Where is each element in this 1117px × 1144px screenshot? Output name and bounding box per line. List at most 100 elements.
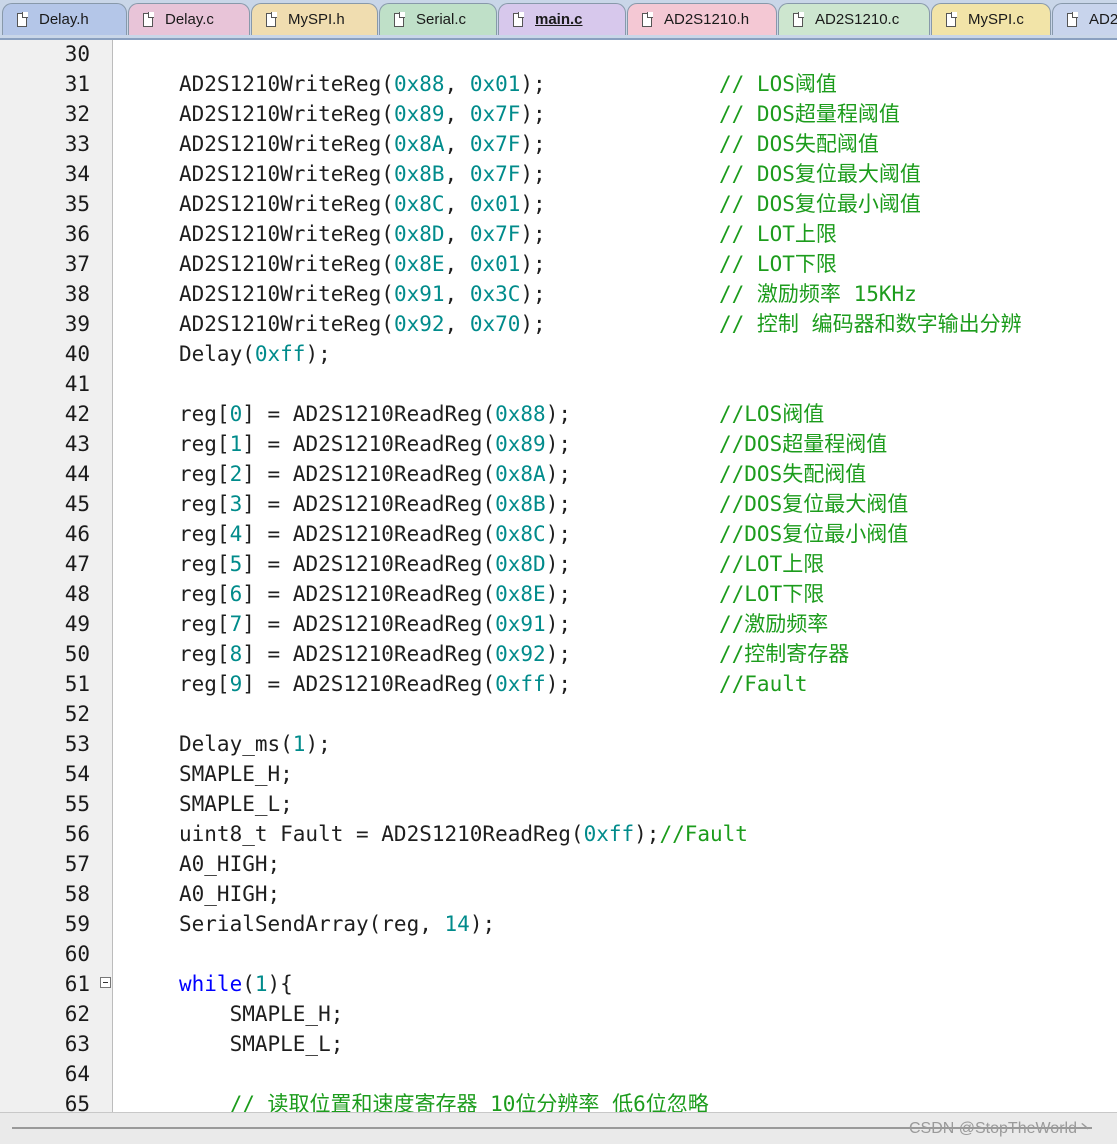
code-text: AD2S1210WriteReg(0x8B, 0x7F); <box>179 162 546 186</box>
line-number: 45 <box>64 492 90 516</box>
line-number: 50 <box>64 642 90 666</box>
tab-ad2[interactable]: AD2 <box>1052 3 1117 35</box>
code-text: reg[7] = AD2S1210ReadReg(0x91); <box>179 612 571 636</box>
code-line[interactable]: 36 AD2S1210WriteReg(0x8D, 0x7F); // LOT上限 <box>0 219 1117 249</box>
code-line[interactable]: 52 <box>0 699 1117 729</box>
code-text: SMAPLE_H; <box>179 762 293 786</box>
code-line[interactable]: 54 SMAPLE_H; <box>0 759 1117 789</box>
line-number: 37 <box>64 252 90 276</box>
code-line[interactable]: 33 AD2S1210WriteReg(0x8A, 0x7F); // DOS失配阈… <box>0 129 1117 159</box>
code-text: AD2S1210WriteReg(0x91, 0x3C); <box>179 282 546 306</box>
code-editor[interactable]: 30 31 AD2S1210WriteReg(0x88, 0x01); // LOS阈… <box>0 40 1117 1112</box>
line-number: 59 <box>64 912 90 936</box>
code-comment: // DOS失配阈值 <box>719 132 879 156</box>
file-icon <box>1067 11 1078 27</box>
line-number: 36 <box>64 222 90 246</box>
tab-label: main.c <box>535 11 583 28</box>
tab-main-c[interactable]: main.c <box>498 3 626 35</box>
tab-serial-c[interactable]: Serial.c <box>379 3 497 35</box>
code-line[interactable]: 31 AD2S1210WriteReg(0x88, 0x01); // LOS阈值 <box>0 69 1117 99</box>
line-number: 35 <box>64 192 90 216</box>
code-text: reg[1] = AD2S1210ReadReg(0x89); <box>179 432 571 456</box>
code-text: AD2S1210WriteReg(0x8C, 0x01); <box>179 192 546 216</box>
code-text: reg[3] = AD2S1210ReadReg(0x8B); <box>179 492 571 516</box>
code-text: SMAPLE_L; <box>179 792 293 816</box>
code-comment: // DOS复位最小阈值 <box>719 192 921 216</box>
code-line[interactable]: 48 reg[6] = AD2S1210ReadReg(0x8E); //LOT下限 <box>0 579 1117 609</box>
code-comment: //DOS复位最大阀值 <box>719 492 909 516</box>
code-line[interactable]: 60 <box>0 939 1117 969</box>
tab-myspi-h[interactable]: MySPI.h <box>251 3 378 35</box>
code-line[interactable]: 63 SMAPLE_L; <box>0 1029 1117 1059</box>
code-text: SerialSendArray(reg, 14); <box>179 912 496 936</box>
tab-label: MySPI.c <box>968 11 1024 28</box>
line-number: 61 <box>64 972 90 996</box>
code-comment: //DOS失配阀值 <box>719 462 867 486</box>
code-comment: //DOS复位最小阀值 <box>719 522 909 546</box>
code-text: uint8_t Fault = AD2S1210ReadReg(0xff);//… <box>179 822 748 846</box>
code-line[interactable]: 64 <box>0 1059 1117 1089</box>
code-comment: // DOS复位最大阈值 <box>719 162 921 186</box>
code-line[interactable]: 57 A0_HIGH; <box>0 849 1117 879</box>
code-line[interactable]: 58 A0_HIGH; <box>0 879 1117 909</box>
code-line[interactable]: 40 Delay(0xff); <box>0 339 1117 369</box>
code-line[interactable]: 41 <box>0 369 1117 399</box>
code-line[interactable]: 56 uint8_t Fault = AD2S1210ReadReg(0xff);… <box>0 819 1117 849</box>
code-text: AD2S1210WriteReg(0x8E, 0x01); <box>179 252 546 276</box>
code-comment: // DOS超量程阈值 <box>719 102 900 126</box>
tab-label: Serial.c <box>416 11 467 28</box>
tab-delay-h[interactable]: Delay.h <box>2 3 127 35</box>
fold-collapse-icon[interactable] <box>100 977 111 988</box>
code-line[interactable]: 42 reg[0] = AD2S1210ReadReg(0x88); //LOS阀值 <box>0 399 1117 429</box>
code-line[interactable]: 38 AD2S1210WriteReg(0x91, 0x3C); // 激励频率 1… <box>0 279 1117 309</box>
line-number: 57 <box>64 852 90 876</box>
tab-myspi-c[interactable]: MySPI.c <box>931 3 1051 35</box>
code-comment: // 激励频率 15KHz <box>719 282 917 306</box>
code-text: SMAPLE_L; <box>179 1032 344 1056</box>
code-line[interactable]: 45 reg[3] = AD2S1210ReadReg(0x8B); //DOS复位… <box>0 489 1117 519</box>
line-number: 30 <box>64 42 90 66</box>
line-number: 51 <box>64 672 90 696</box>
line-number: 41 <box>64 372 90 396</box>
code-line[interactable]: 32 AD2S1210WriteReg(0x89, 0x7F); // DOS超量程… <box>0 99 1117 129</box>
code-line[interactable]: 51 reg[9] = AD2S1210ReadReg(0xff); //Fault <box>0 669 1117 699</box>
code-line[interactable]: 53 Delay_ms(1); <box>0 729 1117 759</box>
code-line[interactable]: 55 SMAPLE_L; <box>0 789 1117 819</box>
code-line[interactable]: 43 reg[1] = AD2S1210ReadReg(0x89); //DOS超量… <box>0 429 1117 459</box>
code-line[interactable]: 46 reg[4] = AD2S1210ReadReg(0x8C); //DOS复位… <box>0 519 1117 549</box>
code-line[interactable]: 35 AD2S1210WriteReg(0x8C, 0x01); // DOS复位最… <box>0 189 1117 219</box>
code-line[interactable]: 39 AD2S1210WriteReg(0x92, 0x70); // 控制 编码器… <box>0 309 1117 339</box>
code-line[interactable]: 59 SerialSendArray(reg, 14); <box>0 909 1117 939</box>
tab-label: AD2S1210.h <box>664 11 750 28</box>
code-line[interactable]: 61 while(1){ <box>0 969 1117 999</box>
code-line[interactable]: 50 reg[8] = AD2S1210ReadReg(0x92); //控制寄存器 <box>0 639 1117 669</box>
tab-ad2s1210-c[interactable]: AD2S1210.c <box>778 3 930 35</box>
code-text: AD2S1210WriteReg(0x8A, 0x7F); <box>179 132 546 156</box>
code-line[interactable]: 47 reg[5] = AD2S1210ReadReg(0x8D); //LOT上限 <box>0 549 1117 579</box>
code-line[interactable]: 34 AD2S1210WriteReg(0x8B, 0x7F); // DOS复位最… <box>0 159 1117 189</box>
code-line[interactable]: 44 reg[2] = AD2S1210ReadReg(0x8A); //DOS失配… <box>0 459 1117 489</box>
code-line[interactable]: 49 reg[7] = AD2S1210ReadReg(0x91); //激励频率 <box>0 609 1117 639</box>
file-icon <box>394 11 405 27</box>
tab-ad2s1210-h[interactable]: AD2S1210.h <box>627 3 777 35</box>
code-text: reg[8] = AD2S1210ReadReg(0x92); <box>179 642 571 666</box>
code-line[interactable]: 37 AD2S1210WriteReg(0x8E, 0x01); // LOT下限 <box>0 249 1117 279</box>
code-comment: //激励频率 <box>719 612 829 636</box>
line-number: 38 <box>64 282 90 306</box>
line-number: 55 <box>64 792 90 816</box>
code-line[interactable]: 62 SMAPLE_H; <box>0 999 1117 1029</box>
file-icon <box>266 11 277 27</box>
tab-delay-c[interactable]: Delay.c <box>128 3 250 35</box>
code-text: reg[4] = AD2S1210ReadReg(0x8C); <box>179 522 571 546</box>
code-line[interactable]: 30 <box>0 40 1117 69</box>
line-number: 48 <box>64 582 90 606</box>
code-comment: // 控制 编码器和数字输出分辨 <box>719 312 1022 336</box>
code-text: reg[5] = AD2S1210ReadReg(0x8D); <box>179 552 571 576</box>
code-text: SMAPLE_H; <box>179 1002 344 1026</box>
line-number: 43 <box>64 432 90 456</box>
line-number: 53 <box>64 732 90 756</box>
line-number: 56 <box>64 822 90 846</box>
file-icon <box>793 11 804 27</box>
editor-tab-bar: Delay.h Delay.c MySPI.h Serial.c main.c AD2S1… <box>0 0 1117 40</box>
code-line[interactable]: 65 // 读取位置和速度寄存器 10位分辨率 低6位忽略 <box>0 1089 1117 1112</box>
